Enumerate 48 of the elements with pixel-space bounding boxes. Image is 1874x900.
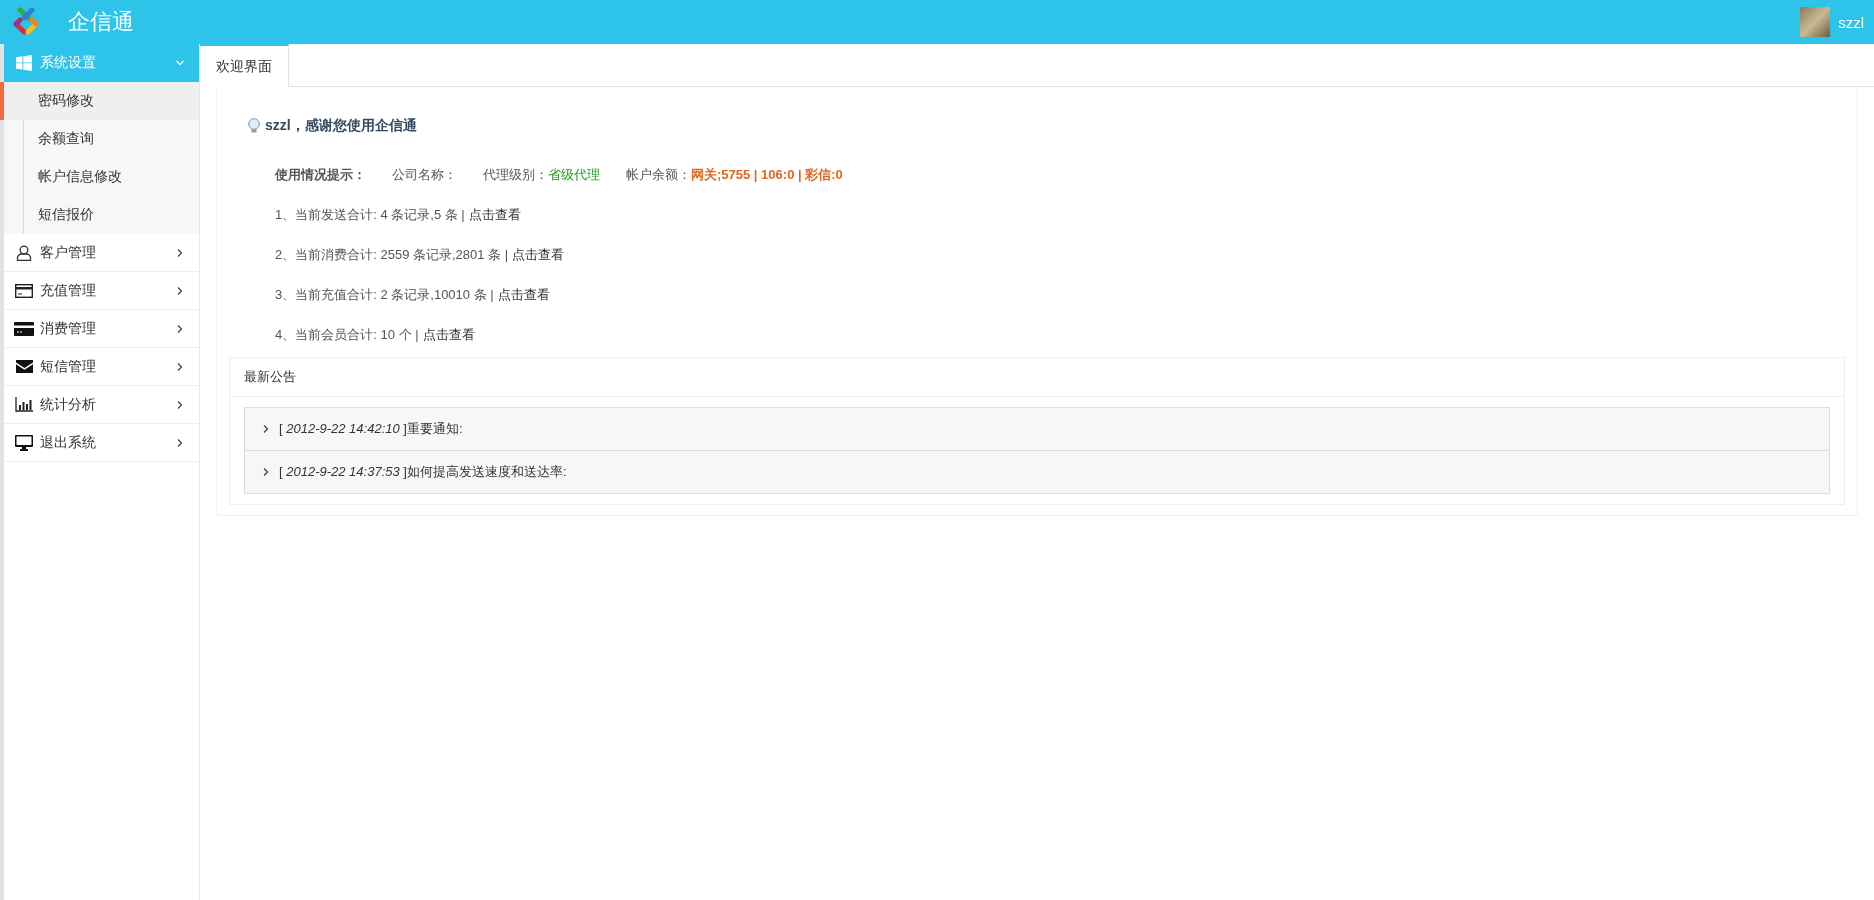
- chevron-icon: [261, 424, 271, 434]
- submenu-item[interactable]: 余额查询: [4, 120, 199, 158]
- stat-text: 3、当前充值合计: 2 条记录,10010 条 |: [275, 286, 494, 304]
- notice-item[interactable]: [ 2012-9-22 14:37:53 ]如何提高发送速度和送达率:: [245, 451, 1829, 493]
- balance-value: 网关;5755 | 106:0 | 彩信:0: [691, 166, 843, 184]
- lightbulb-icon: [247, 118, 261, 134]
- tab[interactable]: 欢迎界面: [200, 44, 289, 87]
- usage-label: 使用情况提示：: [275, 166, 366, 184]
- agent-label: 代理级别：: [483, 166, 548, 184]
- submenu-item[interactable]: 帐户信息修改: [4, 158, 199, 196]
- chevron-icon: [175, 58, 185, 68]
- sidebar-menu-item[interactable]: 退出系统: [4, 424, 199, 462]
- chevron-icon: [175, 285, 185, 296]
- stat-text: 2、当前消费合计: 2559 条记录,2801 条 |: [275, 246, 509, 264]
- sidebar-menu-item[interactable]: 消费管理: [4, 310, 199, 348]
- agent-level: 省级代理: [548, 166, 600, 184]
- app-title: 企信通: [68, 8, 134, 36]
- view-link[interactable]: 点击查看: [512, 246, 565, 264]
- bar-chart-icon: [14, 397, 34, 412]
- card-icon: [14, 283, 34, 298]
- view-link[interactable]: 点击查看: [497, 286, 550, 304]
- balance-label: 帐户余额：: [626, 166, 691, 184]
- chevron-icon: [175, 399, 185, 410]
- monitor-icon: [14, 434, 34, 451]
- stat-text: 1、当前发送合计: 4 条记录,5 条 |: [275, 206, 465, 224]
- notice-item[interactable]: [ 2012-9-22 14:42:10 ]重要通知:: [245, 408, 1829, 451]
- sidebar-menu-item[interactable]: 统计分析: [4, 386, 199, 424]
- windows-icon: [14, 55, 34, 71]
- chevron-icon: [175, 361, 185, 372]
- submenu-item[interactable]: 短信报价: [4, 196, 199, 234]
- avatar-photo-placeholder[interactable]: [1800, 7, 1831, 37]
- user-icon: [14, 244, 34, 261]
- sidebar-menu-item[interactable]: 充值管理: [4, 272, 199, 310]
- notice-title: 最新公告: [244, 368, 296, 386]
- sidebar-menu-item[interactable]: 客户管理: [4, 234, 199, 272]
- chevron-icon: [175, 437, 185, 448]
- submenu-item[interactable]: 密码修改: [0, 82, 199, 120]
- chevron-icon: [175, 323, 185, 334]
- view-link[interactable]: 点击查看: [468, 206, 521, 224]
- view-link[interactable]: 点击查看: [422, 326, 475, 344]
- sidebar-menu-item[interactable]: 短信管理: [4, 348, 199, 386]
- stat-text: 4、当前会员合计: 10 个 |: [275, 326, 419, 344]
- chevron-icon: [261, 467, 271, 477]
- chevron-icon: [175, 247, 185, 258]
- card-icon: [14, 321, 34, 336]
- envelope-icon: [14, 360, 34, 373]
- company-label: 公司名称：: [392, 166, 457, 184]
- greeting-text: szzl，感谢您使用企信通: [265, 117, 417, 135]
